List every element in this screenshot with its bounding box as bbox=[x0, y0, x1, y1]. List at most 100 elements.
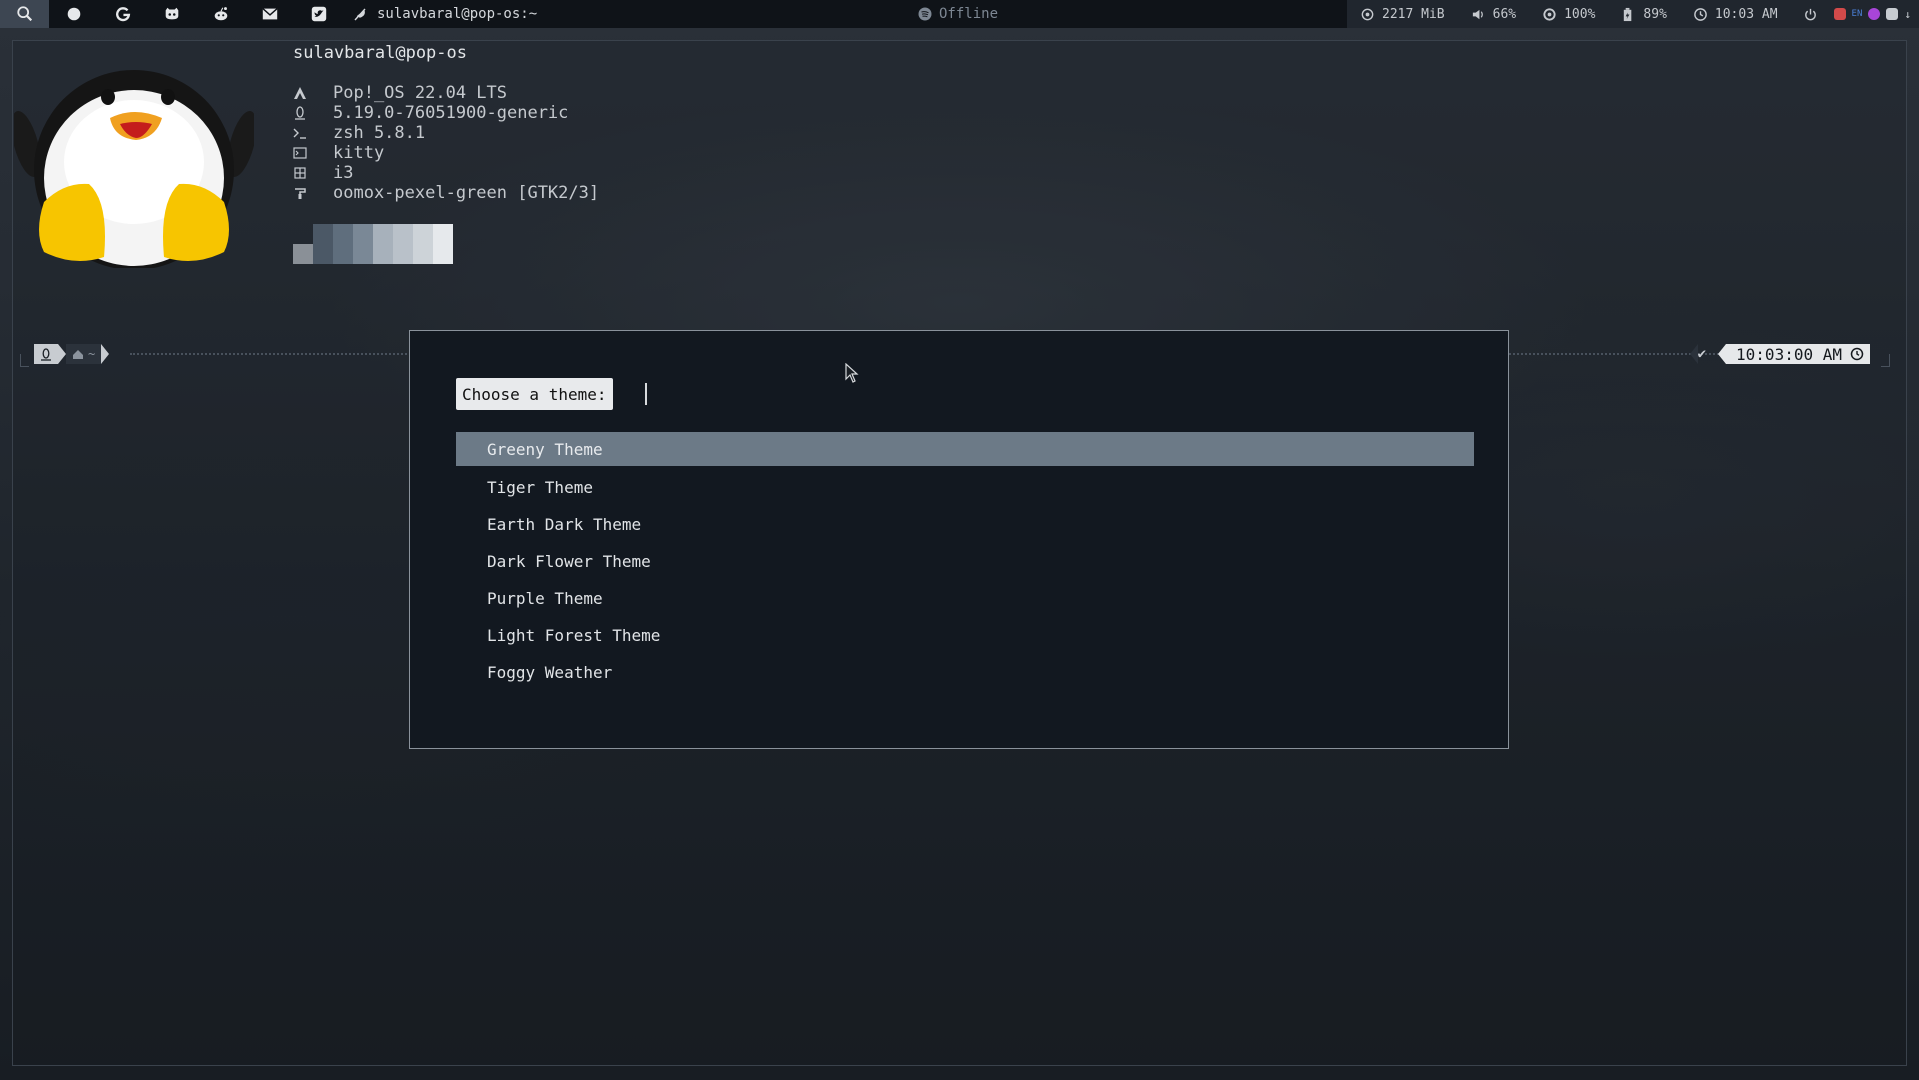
linux-icon bbox=[293, 106, 333, 120]
info-wm: i3 bbox=[293, 163, 599, 183]
clock-module[interactable]: 10:03 AM bbox=[1680, 0, 1791, 28]
feather-icon bbox=[354, 8, 366, 21]
theme-option-label: Greeny Theme bbox=[487, 439, 603, 459]
dir-segment: ~ bbox=[66, 344, 102, 364]
segment-separator bbox=[58, 344, 66, 364]
mouse-pointer-icon bbox=[845, 363, 859, 383]
color-palette bbox=[293, 224, 453, 264]
memory-value: 2217 MiB bbox=[1382, 6, 1445, 22]
battery-icon bbox=[1624, 7, 1632, 21]
brightness-icon bbox=[1543, 7, 1556, 21]
status-check: ✔ bbox=[1697, 346, 1707, 362]
terminal-value: kitty bbox=[333, 143, 385, 163]
dir-symbol: ~ bbox=[88, 347, 96, 361]
window-title-text: sulavbaral@pop-os:~ bbox=[377, 6, 538, 22]
theme-option-light-forest[interactable]: Light Forest Theme bbox=[456, 617, 1474, 654]
palette-swatch bbox=[433, 224, 453, 264]
brightness-value: 100% bbox=[1564, 6, 1596, 22]
spotify-icon bbox=[918, 7, 932, 21]
record-tray-icon[interactable] bbox=[1833, 8, 1846, 20]
battery-module[interactable]: 89% bbox=[1608, 0, 1679, 28]
memory-module[interactable]: 2217 MiB bbox=[1347, 0, 1458, 28]
volume-module[interactable]: 66% bbox=[1458, 0, 1529, 28]
media-module[interactable]: Offline bbox=[918, 0, 998, 28]
info-os: Pop!_OS 22.04 LTS bbox=[293, 83, 599, 103]
info-theme: oomox-pexel-green [GTK2/3] bbox=[293, 183, 599, 203]
twitter-icon[interactable] bbox=[294, 0, 343, 28]
theme-option-dark-flower[interactable]: Dark Flower Theme bbox=[456, 543, 1474, 580]
kernel-value: 5.19.0-76051900-generic bbox=[333, 103, 569, 123]
prompt-right-segment: ✔ 10:03:00 AM bbox=[1689, 344, 1870, 364]
theme-option-foggy-weather[interactable]: Foggy Weather bbox=[456, 654, 1474, 691]
palette-swatch bbox=[373, 224, 393, 264]
time-segment: 10:03:00 AM bbox=[1726, 344, 1870, 364]
google-icon[interactable] bbox=[98, 0, 147, 28]
segment-separator bbox=[101, 344, 110, 364]
theme-option-label: Dark Flower Theme bbox=[487, 552, 651, 571]
window-manager-icon bbox=[293, 166, 333, 180]
keyboard-layout-indicator[interactable]: EN bbox=[1852, 9, 1863, 19]
theme-option-label: Light Forest Theme bbox=[487, 626, 661, 645]
shell-prompt-icon bbox=[293, 126, 333, 140]
prompt-left-segment: ~ bbox=[34, 344, 110, 364]
theme-value: oomox-pexel-green [GTK2/3] bbox=[333, 183, 600, 203]
power-icon bbox=[1804, 8, 1816, 20]
active-window-title: sulavbaral@pop-os:~ bbox=[353, 6, 537, 22]
home-icon bbox=[73, 349, 83, 359]
os-value: Pop!_OS 22.04 LTS bbox=[333, 83, 507, 103]
clock-icon bbox=[1850, 347, 1864, 361]
palette-swatch bbox=[313, 224, 333, 264]
user-host: sulavbaral@pop-os bbox=[293, 43, 467, 63]
theme-chooser-dialog: Choose a theme: Greeny Theme Tiger Theme… bbox=[409, 330, 1509, 749]
top-bar: sulavbaral@pop-os:~ Offline 2217 MiB 66%… bbox=[0, 0, 1919, 28]
theme-option-label: Earth Dark Theme bbox=[487, 515, 642, 534]
theme-option-greeny[interactable]: Greeny Theme bbox=[456, 432, 1474, 466]
theme-option-tiger[interactable]: Tiger Theme bbox=[456, 469, 1474, 506]
dialog-prompt: Choose a theme: bbox=[456, 378, 613, 410]
palette-swatch bbox=[293, 244, 313, 264]
clock-value: 10:03 AM bbox=[1714, 6, 1778, 22]
theme-option-earth-dark[interactable]: Earth Dark Theme bbox=[456, 506, 1474, 543]
arrow-tray-icon[interactable]: ↓ bbox=[1904, 8, 1911, 21]
linux-icon bbox=[41, 347, 51, 361]
reddit-icon[interactable] bbox=[196, 0, 245, 28]
palette-swatch bbox=[393, 224, 413, 264]
palette-swatch bbox=[353, 224, 373, 264]
mail-icon[interactable] bbox=[245, 0, 294, 28]
search-icon[interactable] bbox=[0, 0, 49, 28]
firefox-tray-icon[interactable] bbox=[1868, 8, 1881, 20]
circle-icon[interactable] bbox=[49, 0, 98, 28]
volume-icon bbox=[1472, 9, 1483, 19]
brightness-module[interactable]: 100% bbox=[1529, 0, 1608, 28]
prompt-bracket-right bbox=[1881, 354, 1890, 367]
power-button[interactable] bbox=[1791, 0, 1830, 28]
terminal-icon bbox=[293, 146, 333, 160]
discord-tray-icon[interactable] bbox=[1886, 8, 1899, 20]
penguin-logo-icon bbox=[14, 70, 254, 268]
info-shell: zsh 5.8.1 bbox=[293, 123, 599, 143]
github-icon[interactable] bbox=[147, 0, 196, 28]
memory-icon bbox=[1361, 8, 1374, 20]
palette-swatch bbox=[413, 224, 433, 264]
os-segment bbox=[34, 344, 58, 364]
prompt-bracket-left bbox=[20, 354, 29, 367]
theme-option-label: Tiger Theme bbox=[487, 478, 593, 497]
text-cursor bbox=[645, 383, 647, 405]
clock-icon bbox=[1694, 7, 1707, 21]
info-terminal: kitty bbox=[293, 143, 599, 163]
pop-os-icon bbox=[293, 86, 333, 100]
system-tray: EN ↓ bbox=[1830, 8, 1919, 21]
palette-swatch bbox=[333, 224, 353, 264]
wm-value: i3 bbox=[333, 163, 354, 183]
media-status: Offline bbox=[939, 6, 999, 22]
system-info: Pop!_OS 22.04 LTS 5.19.0-76051900-generi… bbox=[293, 83, 599, 203]
theme-list: Greeny Theme Tiger Theme Earth Dark Them… bbox=[456, 432, 1474, 691]
shell-value: zsh 5.8.1 bbox=[333, 123, 426, 143]
theme-option-label: Purple Theme bbox=[487, 589, 603, 608]
volume-value: 66% bbox=[1492, 6, 1517, 22]
segment-separator bbox=[1689, 344, 1698, 364]
theme-option-purple[interactable]: Purple Theme bbox=[456, 580, 1474, 617]
prompt-time: 10:03:00 AM bbox=[1736, 344, 1842, 364]
info-kernel: 5.19.0-76051900-generic bbox=[293, 103, 599, 123]
paint-brush-icon bbox=[293, 186, 333, 200]
